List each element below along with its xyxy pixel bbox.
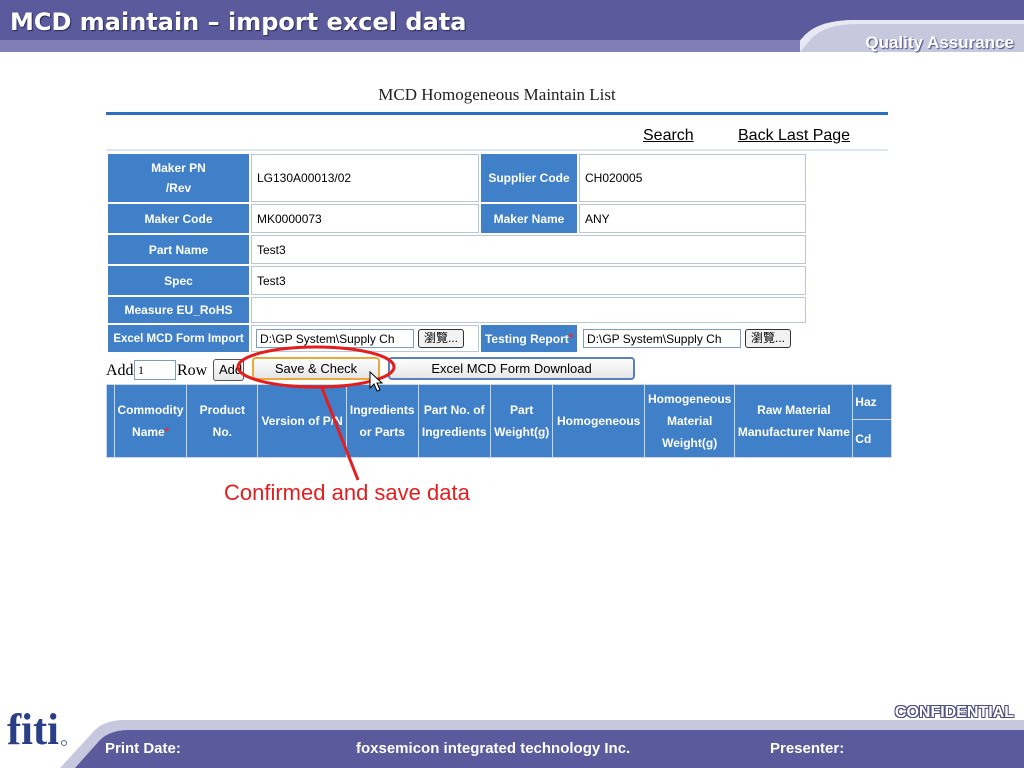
col-raw-material-manufacturer: Raw Material Manufacturer Name xyxy=(735,385,853,457)
excel-import-cell: D:\GP System\Supply Ch 瀏覽... xyxy=(251,325,479,352)
col-version-pn: Version of P/N xyxy=(258,385,346,457)
measure-eu-rohs-value xyxy=(251,297,806,323)
col-part-no-line2: Ingredients xyxy=(421,425,487,439)
quality-assurance-label: Quality Assurance xyxy=(865,33,1014,52)
company-name: foxsemicon integrated technology Inc. xyxy=(356,740,631,757)
save-check-button[interactable]: Save & Check xyxy=(252,357,380,380)
add-button[interactable]: Add xyxy=(213,359,244,381)
maker-name-label: Maker Name xyxy=(481,204,577,233)
col-part-no-ingredients: Part No. of Ingredients xyxy=(418,385,490,457)
excel-import-file-input[interactable]: D:\GP System\Supply Ch xyxy=(256,329,414,348)
col-hm-weight-line2: Material xyxy=(666,414,713,428)
part-name-label: Part Name xyxy=(108,235,249,264)
required-marker: * xyxy=(568,331,574,344)
col-homogeneous-weight: Homogeneous Material Weight(g) xyxy=(644,385,735,457)
col-commodity-name: Commodity Name* xyxy=(114,385,187,457)
slide-title: MCD maintain – import excel data xyxy=(10,8,467,36)
col-product-no: Product No. xyxy=(187,385,258,457)
supplier-code-label: Supplier Code xyxy=(481,154,577,202)
row-text: Row xyxy=(177,362,208,379)
ingredient-grid: Commodity Name* Product No. Version of P… xyxy=(106,384,892,459)
testing-report-label-text: Testing Report xyxy=(484,331,569,346)
grid-select-column xyxy=(107,385,114,457)
spec-label: Spec xyxy=(108,266,249,295)
part-name-value: Test3 xyxy=(251,235,806,264)
spec-value: Test3 xyxy=(251,266,806,295)
col-hm-weight-line3: Weight(g) xyxy=(662,436,718,450)
col-raw-line1: Raw Material xyxy=(757,403,831,417)
testing-report-file-input[interactable]: D:\GP System\Supply Ch xyxy=(583,329,741,348)
col-part-weight: Part Weight(g) xyxy=(490,385,553,457)
callout-text: Confirmed and save data xyxy=(224,480,470,505)
fiti-logo: fiti xyxy=(7,705,67,752)
fiti-logo-text: fiti xyxy=(7,705,59,752)
col-homogeneous: Homogeneous xyxy=(553,385,644,457)
maker-pn-label-line1: Maker PN xyxy=(151,161,206,175)
back-last-page-link[interactable]: Back Last Page xyxy=(738,127,850,145)
testing-report-label: Testing Report* xyxy=(481,325,577,352)
maker-pn-value: LG130A00013/02 xyxy=(251,154,479,202)
col-cd: Cd xyxy=(853,420,891,457)
part-info-form: Maker PN /Rev LG130A00013/02 Supplier Co… xyxy=(106,152,808,354)
excel-import-browse-button[interactable]: 瀏覽... xyxy=(418,329,465,348)
col-commodity-line2: Name xyxy=(132,425,165,439)
excel-import-label: Excel MCD Form Import xyxy=(108,325,249,352)
excel-form-download-button[interactable]: Excel MCD Form Download xyxy=(388,357,635,380)
col-ingredients: Ingredients or Parts xyxy=(346,385,418,457)
sub-divider xyxy=(106,149,888,151)
add-text: Add xyxy=(106,362,134,379)
col-hazardous: Haz xyxy=(853,385,891,419)
col-ingredients-line1: Ingredients xyxy=(349,403,415,417)
heading-divider xyxy=(106,112,888,115)
col-hm-weight-line1: Homogeneous xyxy=(647,392,732,406)
maker-pn-label: Maker PN /Rev xyxy=(108,154,249,202)
print-date-label: Print Date: xyxy=(105,740,181,757)
testing-report-browse-button[interactable]: 瀏覽... xyxy=(745,329,792,348)
col-raw-line2: Manufacturer Name xyxy=(737,425,850,439)
col-part-no-line1: Part No. of xyxy=(423,403,485,417)
required-marker: * xyxy=(164,426,169,438)
maker-pn-label-line2: /Rev xyxy=(165,181,192,195)
measure-eu-rohs-label: Measure EU_RoHS xyxy=(108,297,249,323)
confidential-label: CONFIDENTIAL xyxy=(894,704,1014,721)
page-heading: MCD Homogeneous Maintain List xyxy=(378,85,616,104)
maker-code-label: Maker Code xyxy=(108,204,249,233)
maker-name-value: ANY xyxy=(579,204,806,233)
col-commodity-line1: Commodity xyxy=(117,403,184,417)
maker-code-value: MK0000073 xyxy=(251,204,479,233)
search-link[interactable]: Search xyxy=(643,127,694,145)
col-part-weight-line2: Weight(g) xyxy=(494,425,550,439)
testing-report-cell: D:\GP System\Supply Ch 瀏覽... xyxy=(579,325,806,352)
footer-banner xyxy=(60,720,1024,768)
row-count-input[interactable]: 1 xyxy=(134,360,176,380)
supplier-code-value: CH020005 xyxy=(579,154,806,202)
grid-header-table: Commodity Name* Product No. Version of P… xyxy=(106,384,892,458)
presenter-label: Presenter: xyxy=(770,740,845,757)
col-part-weight-line1: Part xyxy=(510,403,534,417)
col-ingredients-line2: or Parts xyxy=(359,425,405,439)
